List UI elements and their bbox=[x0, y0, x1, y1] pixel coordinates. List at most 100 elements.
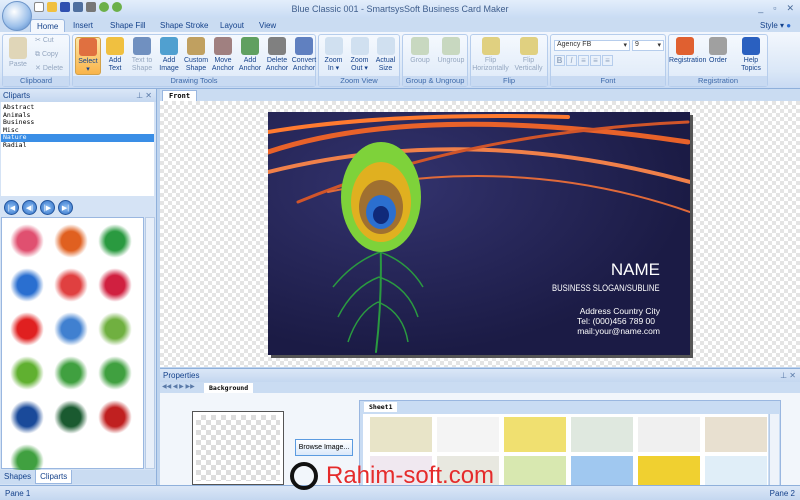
clipart-item[interactable] bbox=[10, 400, 44, 434]
tab-shapes[interactable]: Shapes bbox=[0, 470, 35, 484]
new-icon[interactable] bbox=[34, 2, 44, 12]
font-family-select[interactable]: Agency FB ▾ bbox=[554, 40, 630, 51]
last-page-button[interactable]: ▶| bbox=[58, 200, 73, 215]
align-center-button[interactable]: ≡ bbox=[590, 55, 601, 66]
category-item[interactable]: Radial bbox=[1, 141, 154, 150]
order-button[interactable]: Order bbox=[702, 37, 734, 65]
tab-background[interactable]: Background bbox=[204, 383, 254, 393]
prev-page-button[interactable]: ◀| bbox=[22, 200, 37, 215]
group-button[interactable]: Group bbox=[405, 37, 435, 65]
tab-front[interactable]: Front bbox=[162, 90, 198, 101]
button-label: Image bbox=[159, 65, 179, 72]
paste-button[interactable]: Paste bbox=[6, 37, 30, 69]
tab-sheet1[interactable]: Sheet1 bbox=[364, 402, 398, 412]
align-right-button[interactable]: ≡ bbox=[602, 55, 613, 66]
app-menu-button[interactable] bbox=[2, 1, 32, 31]
background-thumbnail[interactable] bbox=[638, 417, 700, 452]
align-left-button[interactable]: ≡ bbox=[578, 55, 589, 66]
add-anchor-button[interactable]: Add Anchor bbox=[237, 37, 263, 73]
ungroup-button[interactable]: Ungroup bbox=[436, 37, 466, 65]
font-size-select[interactable]: 9 ▾ bbox=[632, 40, 664, 51]
tab-scroll-buttons[interactable]: ◀◀ ◀ ▶ ▶▶ bbox=[162, 383, 195, 390]
background-thumbnail[interactable] bbox=[571, 417, 633, 452]
delete-button[interactable]: ✕ Delete bbox=[35, 65, 63, 73]
actual-size-button[interactable]: Actual Size bbox=[373, 37, 398, 73]
italic-button[interactable]: I bbox=[566, 55, 577, 66]
gallery-scrollbar[interactable] bbox=[769, 414, 779, 487]
card-name[interactable]: NAME bbox=[611, 260, 660, 280]
zoom-in-button[interactable]: Zoom In ▾ bbox=[321, 37, 346, 73]
card-address[interactable]: Address Country City bbox=[580, 306, 660, 316]
design-canvas[interactable]: NAME BUSINESS SLOGAN/SUBLINE Address Cou… bbox=[160, 101, 800, 367]
minimize-button[interactable]: _ bbox=[758, 3, 763, 14]
card-slogan[interactable]: BUSINESS SLOGAN/SUBLINE bbox=[552, 283, 660, 293]
text-to-shape-button[interactable]: Text to Shape bbox=[129, 37, 155, 73]
card-mail[interactable]: mail:your@name.com bbox=[577, 326, 660, 336]
select-button[interactable]: Select ▾ bbox=[75, 37, 101, 75]
custom-shape-button[interactable]: Custom Shape bbox=[183, 37, 209, 73]
help-topics-button[interactable]: Help Topics bbox=[735, 37, 767, 73]
tab-view[interactable]: View bbox=[253, 19, 282, 32]
tab-insert[interactable]: Insert bbox=[67, 19, 99, 32]
clipart-item[interactable] bbox=[10, 356, 44, 390]
category-item[interactable]: Business bbox=[1, 118, 154, 127]
maximize-button[interactable]: ▫ bbox=[773, 3, 776, 14]
print-icon[interactable] bbox=[86, 2, 96, 12]
clipart-item[interactable] bbox=[54, 224, 88, 258]
clipart-item[interactable] bbox=[10, 268, 44, 302]
clipart-item[interactable] bbox=[54, 312, 88, 346]
tab-cliparts[interactable]: Cliparts bbox=[35, 470, 73, 484]
add-image-button[interactable]: Add Image bbox=[156, 37, 182, 73]
save-as-icon[interactable] bbox=[73, 2, 83, 12]
watermark-text: Rahim-soft.com bbox=[326, 462, 495, 489]
flip-vertically-button[interactable]: Flip Vertically bbox=[510, 37, 547, 73]
clipart-item[interactable] bbox=[10, 224, 44, 258]
copy-button[interactable]: ⧉ Copy bbox=[35, 51, 58, 59]
card-tel[interactable]: Tel: (000)456 789 00 bbox=[577, 316, 655, 326]
clipart-item[interactable] bbox=[98, 356, 132, 390]
drawing-tools-group-label: Drawing Tools bbox=[73, 76, 315, 86]
save-icon[interactable] bbox=[60, 2, 70, 12]
tab-shape-fill[interactable]: Shape Fill bbox=[104, 19, 152, 32]
background-thumbnail[interactable] bbox=[437, 417, 499, 452]
registration-group-label: Registration bbox=[669, 76, 767, 86]
add-text-button[interactable]: Add Text bbox=[102, 37, 128, 73]
background-thumbnail[interactable] bbox=[370, 417, 432, 452]
clipart-item[interactable] bbox=[10, 312, 44, 346]
clipart-item[interactable] bbox=[54, 400, 88, 434]
flip-horizontally-button[interactable]: Flip Horizontally bbox=[472, 37, 509, 73]
clipart-scrollbar[interactable] bbox=[145, 217, 155, 469]
delete-anchor-button[interactable]: Delete Anchor bbox=[264, 37, 290, 73]
registration-button[interactable]: Registration bbox=[669, 37, 706, 65]
clipart-item[interactable] bbox=[98, 268, 132, 302]
style-menu[interactable]: Style ▾ ● bbox=[754, 19, 797, 32]
background-thumbnail[interactable] bbox=[504, 417, 566, 452]
first-page-button[interactable]: |◀ bbox=[4, 200, 19, 215]
pin-close-icons[interactable]: ⊥ ✕ bbox=[780, 371, 796, 380]
background-thumbnail[interactable] bbox=[705, 417, 767, 452]
convert-anchor-button[interactable]: Convert Anchor bbox=[291, 37, 317, 73]
next-page-button[interactable]: |▶ bbox=[40, 200, 55, 215]
tab-layout[interactable]: Layout bbox=[214, 19, 250, 32]
business-card[interactable]: NAME BUSINESS SLOGAN/SUBLINE Address Cou… bbox=[268, 112, 690, 355]
help-icon[interactable]: ● bbox=[786, 21, 791, 30]
clipart-item[interactable] bbox=[98, 224, 132, 258]
zoom-out-button[interactable]: Zoom Out ▾ bbox=[347, 37, 372, 73]
undo-icon[interactable] bbox=[99, 2, 109, 12]
tab-shape-stroke[interactable]: Shape Stroke bbox=[154, 19, 214, 32]
open-icon[interactable] bbox=[47, 2, 57, 12]
clipart-item[interactable] bbox=[54, 268, 88, 302]
move-anchor-button[interactable]: Move Anchor bbox=[210, 37, 236, 73]
redo-icon[interactable] bbox=[112, 2, 122, 12]
cut-button[interactable]: ✂ Cut bbox=[35, 37, 54, 45]
pin-close-icons[interactable]: ⊥ ✕ bbox=[136, 91, 152, 100]
clipart-item[interactable] bbox=[98, 400, 132, 434]
clipart-category-list[interactable]: Abstract Animals Business Misc Nature Radial bbox=[1, 102, 154, 196]
browse-image-button[interactable]: Browse Image... bbox=[295, 439, 353, 456]
zoom-view-group: Zoom View Zoom In ▾ Zoom Out ▾ Actual Size bbox=[318, 34, 400, 87]
clipart-item[interactable] bbox=[98, 312, 132, 346]
clipart-item[interactable] bbox=[54, 356, 88, 390]
close-button[interactable]: ✕ bbox=[786, 3, 794, 14]
bold-button[interactable]: B bbox=[554, 55, 565, 66]
tab-home[interactable]: Home bbox=[30, 19, 66, 32]
